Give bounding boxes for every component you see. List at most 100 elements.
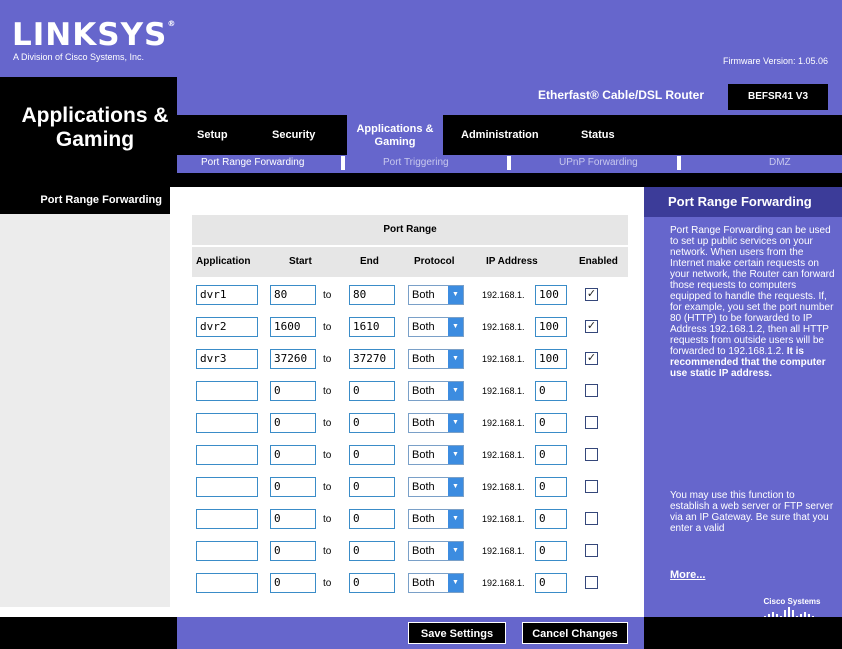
- ip-last-octet-input[interactable]: 0: [535, 413, 567, 433]
- to-label: to: [323, 514, 332, 525]
- protocol-value: Both: [412, 385, 435, 397]
- ip-last-octet-input[interactable]: 100: [535, 349, 567, 369]
- end-port-input[interactable]: 0: [349, 477, 395, 497]
- start-port-input[interactable]: 0: [270, 413, 316, 433]
- end-port-input[interactable]: 37270: [349, 349, 395, 369]
- enabled-checkbox[interactable]: ✓: [585, 320, 598, 333]
- start-port-input[interactable]: 0: [270, 509, 316, 529]
- ip-last-octet-input[interactable]: 0: [535, 509, 567, 529]
- dropdown-arrow-icon: ▼: [448, 286, 463, 304]
- start-port-input[interactable]: 1600: [270, 317, 316, 337]
- help-panel: Port Range Forwarding Port Range Forward…: [644, 187, 842, 621]
- tab-setup[interactable]: Setup: [197, 115, 228, 155]
- application-name-input[interactable]: [196, 445, 258, 465]
- subtab-divider: [677, 156, 681, 170]
- subtab-dmz[interactable]: DMZ: [769, 157, 791, 168]
- enabled-checkbox[interactable]: [585, 448, 598, 461]
- protocol-select[interactable]: Both ▼: [408, 381, 464, 401]
- application-name-input[interactable]: [196, 381, 258, 401]
- ip-last-octet-input[interactable]: 0: [535, 573, 567, 593]
- ip-last-octet-input[interactable]: 0: [535, 477, 567, 497]
- end-port-input[interactable]: 0: [349, 509, 395, 529]
- ip-last-octet-input[interactable]: 100: [535, 317, 567, 337]
- application-name-input[interactable]: dvr2: [196, 317, 258, 337]
- start-port-input[interactable]: 80: [270, 285, 316, 305]
- ip-last-octet-input[interactable]: 0: [535, 445, 567, 465]
- enabled-checkbox[interactable]: [585, 544, 598, 557]
- application-name-input[interactable]: [196, 509, 258, 529]
- application-name-input[interactable]: [196, 541, 258, 561]
- protocol-select[interactable]: Both ▼: [408, 541, 464, 561]
- protocol-value: Both: [412, 577, 435, 589]
- enabled-checkbox[interactable]: [585, 576, 598, 589]
- ip-last-octet-input[interactable]: 100: [535, 285, 567, 305]
- start-port-input[interactable]: 0: [270, 445, 316, 465]
- enabled-checkbox[interactable]: [585, 512, 598, 525]
- more-link[interactable]: More...: [670, 569, 705, 581]
- logo-subtitle: A Division of Cisco Systems, Inc.: [13, 52, 145, 62]
- cancel-changes-button[interactable]: Cancel Changes: [522, 622, 628, 644]
- protocol-value: Both: [412, 481, 435, 493]
- end-port-input[interactable]: 1610: [349, 317, 395, 337]
- subtab-port-triggering[interactable]: Port Triggering: [383, 157, 449, 168]
- protocol-select[interactable]: Both ▼: [408, 445, 464, 465]
- enabled-checkbox[interactable]: ✓: [585, 288, 598, 301]
- protocol-select[interactable]: Both ▼: [408, 317, 464, 337]
- table-row: 0 to 0 Both ▼ 192.168.1. 0: [192, 541, 628, 561]
- protocol-select[interactable]: Both ▼: [408, 285, 464, 305]
- application-name-input[interactable]: dvr3: [196, 349, 258, 369]
- application-name-input[interactable]: dvr1: [196, 285, 258, 305]
- start-port-input[interactable]: 0: [270, 381, 316, 401]
- to-label: to: [323, 578, 332, 589]
- ip-prefix: 192.168.1.: [482, 386, 525, 396]
- to-label: to: [323, 290, 332, 301]
- tab-applications-gaming[interactable]: Applications & Gaming: [347, 115, 443, 155]
- application-name-input[interactable]: [196, 477, 258, 497]
- dropdown-arrow-icon: ▼: [448, 510, 463, 528]
- firmware-version: Firmware Version: 1.05.06: [722, 56, 828, 66]
- end-port-input[interactable]: 0: [349, 381, 395, 401]
- subtab-upnp-forwarding[interactable]: UPnP Forwarding: [559, 157, 638, 168]
- protocol-value: Both: [412, 449, 435, 461]
- tab-security[interactable]: Security: [272, 115, 315, 155]
- protocol-select[interactable]: Both ▼: [408, 573, 464, 593]
- end-port-input[interactable]: 0: [349, 573, 395, 593]
- protocol-select[interactable]: Both ▼: [408, 509, 464, 529]
- ip-last-octet-input[interactable]: 0: [535, 541, 567, 561]
- dropdown-arrow-icon: ▼: [448, 350, 463, 368]
- col-ip-address: IP Address: [486, 256, 538, 267]
- protocol-value: Both: [412, 353, 435, 365]
- enabled-checkbox[interactable]: [585, 480, 598, 493]
- enabled-checkbox[interactable]: [585, 416, 598, 429]
- table-row: 0 to 0 Both ▼ 192.168.1. 0: [192, 413, 628, 433]
- protocol-select[interactable]: Both ▼: [408, 477, 464, 497]
- to-label: to: [323, 482, 332, 493]
- tab-administration[interactable]: Administration: [461, 115, 539, 155]
- table-row: 0 to 0 Both ▼ 192.168.1. 0: [192, 445, 628, 465]
- ip-last-octet-input[interactable]: 0: [535, 381, 567, 401]
- tab-status[interactable]: Status: [581, 115, 615, 155]
- start-port-input[interactable]: 0: [270, 541, 316, 561]
- main-tabs: Setup Security Applications & Gaming Adm…: [177, 115, 842, 155]
- application-name-input[interactable]: [196, 413, 258, 433]
- end-port-input[interactable]: 0: [349, 445, 395, 465]
- subtab-port-range-forwarding[interactable]: Port Range Forwarding: [201, 157, 304, 168]
- start-port-input[interactable]: 0: [270, 573, 316, 593]
- end-port-input[interactable]: 0: [349, 413, 395, 433]
- enabled-checkbox[interactable]: [585, 384, 598, 397]
- to-label: to: [323, 418, 332, 429]
- help-title: Port Range Forwarding: [644, 187, 842, 217]
- start-port-input[interactable]: 0: [270, 477, 316, 497]
- protocol-select[interactable]: Both ▼: [408, 413, 464, 433]
- end-port-input[interactable]: 0: [349, 541, 395, 561]
- start-port-input[interactable]: 37260: [270, 349, 316, 369]
- application-name-input[interactable]: [196, 573, 258, 593]
- save-settings-button[interactable]: Save Settings: [408, 622, 506, 644]
- enabled-checkbox[interactable]: ✓: [585, 352, 598, 365]
- protocol-select[interactable]: Both ▼: [408, 349, 464, 369]
- end-port-input[interactable]: 80: [349, 285, 395, 305]
- help-text-2: You may use this function to establish a…: [670, 490, 834, 534]
- port-range-header: Port Range: [192, 215, 628, 245]
- table-row: 0 to 0 Both ▼ 192.168.1. 0: [192, 509, 628, 529]
- protocol-value: Both: [412, 321, 435, 333]
